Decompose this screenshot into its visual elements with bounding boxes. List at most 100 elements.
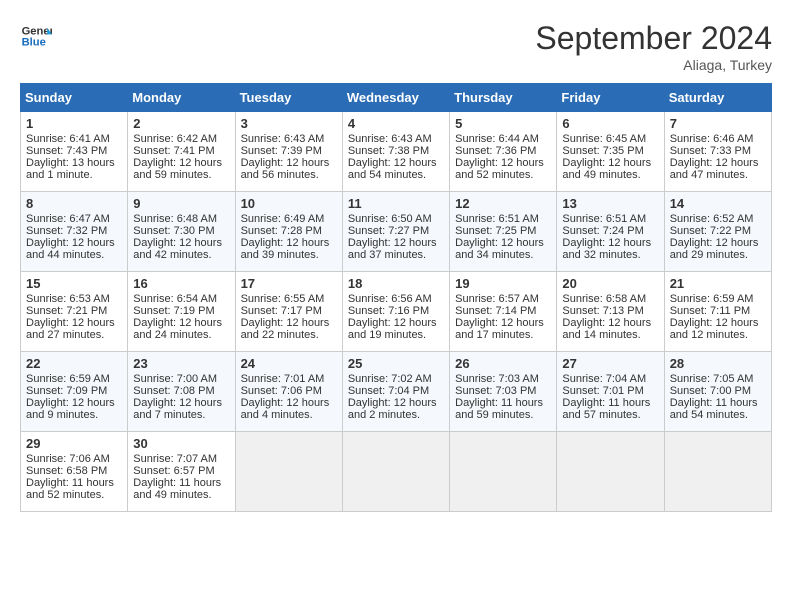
day-cell: 28 Sunrise: 7:05 AM Sunset: 7:00 PM Dayl… xyxy=(664,352,771,432)
sunrise-time: Sunrise: 7:02 AM xyxy=(348,373,432,385)
day-number: 19 xyxy=(455,276,551,291)
sunset-time: Sunset: 7:19 PM xyxy=(133,305,214,317)
sunrise-time: Sunrise: 7:07 AM xyxy=(133,453,217,465)
day-number: 9 xyxy=(133,196,229,211)
sunrise-time: Sunrise: 6:43 AM xyxy=(348,133,432,145)
day-cell xyxy=(342,432,449,512)
day-cell: 19 Sunrise: 6:57 AM Sunset: 7:14 PM Dayl… xyxy=(450,272,557,352)
sunset-time: Sunset: 7:36 PM xyxy=(455,145,536,157)
sunrise-time: Sunrise: 7:03 AM xyxy=(455,373,539,385)
week-row-1: 1 Sunrise: 6:41 AM Sunset: 7:43 PM Dayli… xyxy=(21,112,772,192)
daylight-hours: Daylight: 12 hours and 42 minutes. xyxy=(133,237,222,261)
day-cell: 23 Sunrise: 7:00 AM Sunset: 7:08 PM Dayl… xyxy=(128,352,235,432)
day-cell: 30 Sunrise: 7:07 AM Sunset: 6:57 PM Dayl… xyxy=(128,432,235,512)
day-cell: 20 Sunrise: 6:58 AM Sunset: 7:13 PM Dayl… xyxy=(557,272,664,352)
sunset-time: Sunset: 7:13 PM xyxy=(562,305,643,317)
sunset-time: Sunset: 7:35 PM xyxy=(562,145,643,157)
sunrise-time: Sunrise: 6:51 AM xyxy=(562,213,646,225)
header-monday: Monday xyxy=(128,84,235,112)
header-tuesday: Tuesday xyxy=(235,84,342,112)
day-cell: 12 Sunrise: 6:51 AM Sunset: 7:25 PM Dayl… xyxy=(450,192,557,272)
sunset-time: Sunset: 7:38 PM xyxy=(348,145,429,157)
daylight-hours: Daylight: 12 hours and 29 minutes. xyxy=(670,237,759,261)
day-cell xyxy=(450,432,557,512)
header-wednesday: Wednesday xyxy=(342,84,449,112)
day-number: 2 xyxy=(133,116,229,131)
daylight-hours: Daylight: 12 hours and 27 minutes. xyxy=(26,317,115,341)
sunset-time: Sunset: 7:06 PM xyxy=(241,385,322,397)
sunrise-time: Sunrise: 7:04 AM xyxy=(562,373,646,385)
day-cell: 5 Sunrise: 6:44 AM Sunset: 7:36 PM Dayli… xyxy=(450,112,557,192)
sunset-time: Sunset: 7:25 PM xyxy=(455,225,536,237)
daylight-hours: Daylight: 12 hours and 32 minutes. xyxy=(562,237,651,261)
day-number: 30 xyxy=(133,436,229,451)
sunrise-time: Sunrise: 6:41 AM xyxy=(26,133,110,145)
daylight-hours: Daylight: 11 hours and 57 minutes. xyxy=(562,397,650,421)
page-header: General Blue September 2024 Aliaga, Turk… xyxy=(20,20,772,73)
sunrise-time: Sunrise: 6:43 AM xyxy=(241,133,325,145)
daylight-hours: Daylight: 12 hours and 37 minutes. xyxy=(348,237,437,261)
sunrise-time: Sunrise: 6:57 AM xyxy=(455,293,539,305)
title-block: September 2024 Aliaga, Turkey xyxy=(535,20,772,73)
sunset-time: Sunset: 7:01 PM xyxy=(562,385,643,397)
week-row-3: 15 Sunrise: 6:53 AM Sunset: 7:21 PM Dayl… xyxy=(21,272,772,352)
day-number: 15 xyxy=(26,276,122,291)
day-number: 12 xyxy=(455,196,551,211)
sunrise-time: Sunrise: 6:46 AM xyxy=(670,133,754,145)
day-cell: 11 Sunrise: 6:50 AM Sunset: 7:27 PM Dayl… xyxy=(342,192,449,272)
header-friday: Friday xyxy=(557,84,664,112)
sunset-time: Sunset: 7:30 PM xyxy=(133,225,214,237)
sunrise-time: Sunrise: 6:50 AM xyxy=(348,213,432,225)
day-cell: 25 Sunrise: 7:02 AM Sunset: 7:04 PM Dayl… xyxy=(342,352,449,432)
sunrise-time: Sunrise: 6:59 AM xyxy=(26,373,110,385)
sunset-time: Sunset: 7:04 PM xyxy=(348,385,429,397)
sunrise-time: Sunrise: 6:49 AM xyxy=(241,213,325,225)
daylight-hours: Daylight: 12 hours and 49 minutes. xyxy=(562,157,651,181)
daylight-hours: Daylight: 12 hours and 4 minutes. xyxy=(241,397,330,421)
day-cell: 24 Sunrise: 7:01 AM Sunset: 7:06 PM Dayl… xyxy=(235,352,342,432)
day-number: 17 xyxy=(241,276,337,291)
daylight-hours: Daylight: 11 hours and 52 minutes. xyxy=(26,477,114,501)
day-number: 28 xyxy=(670,356,766,371)
week-row-4: 22 Sunrise: 6:59 AM Sunset: 7:09 PM Dayl… xyxy=(21,352,772,432)
daylight-hours: Daylight: 12 hours and 2 minutes. xyxy=(348,397,437,421)
sunset-time: Sunset: 7:21 PM xyxy=(26,305,107,317)
day-number: 18 xyxy=(348,276,444,291)
daylight-hours: Daylight: 12 hours and 7 minutes. xyxy=(133,397,222,421)
day-cell: 18 Sunrise: 6:56 AM Sunset: 7:16 PM Dayl… xyxy=(342,272,449,352)
sunset-time: Sunset: 7:09 PM xyxy=(26,385,107,397)
day-cell xyxy=(664,432,771,512)
sunrise-time: Sunrise: 6:55 AM xyxy=(241,293,325,305)
day-cell: 6 Sunrise: 6:45 AM Sunset: 7:35 PM Dayli… xyxy=(557,112,664,192)
sunrise-time: Sunrise: 6:52 AM xyxy=(670,213,754,225)
sunrise-time: Sunrise: 6:58 AM xyxy=(562,293,646,305)
sunset-time: Sunset: 7:03 PM xyxy=(455,385,536,397)
logo-icon: General Blue xyxy=(20,20,52,52)
day-number: 5 xyxy=(455,116,551,131)
sunset-time: Sunset: 6:58 PM xyxy=(26,465,107,477)
day-number: 6 xyxy=(562,116,658,131)
sunset-time: Sunset: 7:17 PM xyxy=(241,305,322,317)
daylight-hours: Daylight: 12 hours and 44 minutes. xyxy=(26,237,115,261)
day-cell: 17 Sunrise: 6:55 AM Sunset: 7:17 PM Dayl… xyxy=(235,272,342,352)
day-cell: 7 Sunrise: 6:46 AM Sunset: 7:33 PM Dayli… xyxy=(664,112,771,192)
day-number: 22 xyxy=(26,356,122,371)
sunset-time: Sunset: 7:24 PM xyxy=(562,225,643,237)
day-number: 23 xyxy=(133,356,229,371)
day-cell: 27 Sunrise: 7:04 AM Sunset: 7:01 PM Dayl… xyxy=(557,352,664,432)
sunset-time: Sunset: 7:08 PM xyxy=(133,385,214,397)
sunset-time: Sunset: 7:39 PM xyxy=(241,145,322,157)
day-cell: 2 Sunrise: 6:42 AM Sunset: 7:41 PM Dayli… xyxy=(128,112,235,192)
day-cell: 16 Sunrise: 6:54 AM Sunset: 7:19 PM Dayl… xyxy=(128,272,235,352)
daylight-hours: Daylight: 12 hours and 22 minutes. xyxy=(241,317,330,341)
daylight-hours: Daylight: 12 hours and 56 minutes. xyxy=(241,157,330,181)
daylight-hours: Daylight: 12 hours and 34 minutes. xyxy=(455,237,544,261)
day-cell: 13 Sunrise: 6:51 AM Sunset: 7:24 PM Dayl… xyxy=(557,192,664,272)
sunset-time: Sunset: 7:00 PM xyxy=(670,385,751,397)
sunrise-time: Sunrise: 6:54 AM xyxy=(133,293,217,305)
day-number: 7 xyxy=(670,116,766,131)
sunrise-time: Sunrise: 6:48 AM xyxy=(133,213,217,225)
day-number: 4 xyxy=(348,116,444,131)
day-number: 13 xyxy=(562,196,658,211)
sunset-time: Sunset: 7:22 PM xyxy=(670,225,751,237)
